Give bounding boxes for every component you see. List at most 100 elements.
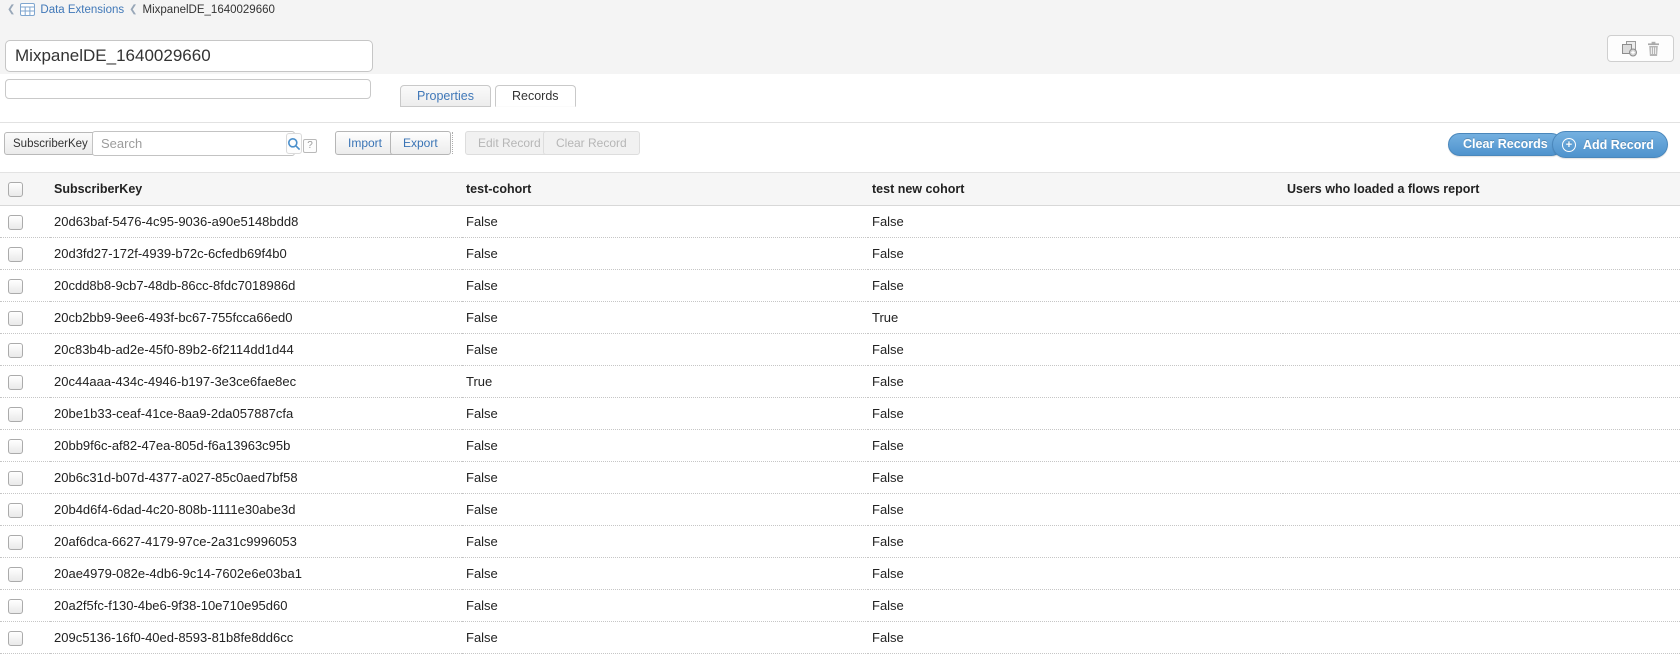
cell-test-cohort: False: [462, 558, 868, 590]
cell-test-new-cohort: False: [868, 622, 1283, 654]
cell-subscriber-key: 20a2f5fc-f130-4be6-9f38-10e710e95d60: [50, 590, 462, 622]
cell-users-flows-report: [1283, 430, 1680, 462]
cell-subscriber-key: 20cdd8b8-9cb7-48db-86cc-8fdc7018986d: [50, 270, 462, 302]
add-record-button[interactable]: + Add Record: [1552, 131, 1668, 158]
table-row[interactable]: 20b6c31d-b07d-4377-a027-85c0aed7bf58 Fal…: [0, 462, 1680, 494]
table-row[interactable]: 20d63baf-5476-4c95-9036-a90e5148bdd8 Fal…: [0, 206, 1680, 238]
cell-subscriber-key: 20d63baf-5476-4c95-9036-a90e5148bdd8: [50, 206, 462, 238]
cell-test-new-cohort: False: [868, 334, 1283, 366]
help-icon[interactable]: ?: [303, 139, 317, 153]
column-header-subscriberkey: SubscriberKey: [50, 173, 462, 206]
breadcrumb-link-data-extensions[interactable]: Data Extensions: [40, 4, 124, 16]
row-checkbox[interactable]: [8, 279, 23, 294]
search-input[interactable]: [93, 132, 285, 155]
trash-icon[interactable]: [1647, 41, 1660, 57]
table-row[interactable]: 20a2f5fc-f130-4be6-9f38-10e710e95d60 Fal…: [0, 590, 1680, 622]
cell-test-cohort: False: [462, 398, 868, 430]
search-button[interactable]: [286, 133, 302, 154]
row-checkbox[interactable]: [8, 311, 23, 326]
cell-test-cohort: False: [462, 590, 868, 622]
cell-test-cohort: False: [462, 494, 868, 526]
row-checkbox[interactable]: [8, 375, 23, 390]
cell-subscriber-key: 20be1b33-ceaf-41ce-8aa9-2da057887cfa: [50, 398, 462, 430]
toolbar-separator: [452, 132, 453, 154]
breadcrumb-separator-icon: ❮: [129, 4, 137, 16]
panel-divider: [0, 122, 1680, 123]
plus-icon: +: [1562, 138, 1576, 152]
cell-users-flows-report: [1283, 622, 1680, 654]
header-actions: [1607, 35, 1674, 62]
cell-subscriber-key: 209c5136-16f0-40ed-8593-81b8fe8dd6cc: [50, 622, 462, 654]
row-checkbox[interactable]: [8, 503, 23, 518]
row-checkbox[interactable]: [8, 343, 23, 358]
table-row[interactable]: 20be1b33-ceaf-41ce-8aa9-2da057887cfa Fal…: [0, 398, 1680, 430]
cell-subscriber-key: 20ae4979-082e-4db6-9c14-7602e6e03ba1: [50, 558, 462, 590]
row-checkbox[interactable]: [8, 535, 23, 550]
row-checkbox[interactable]: [8, 407, 23, 422]
records-table-body: 20d63baf-5476-4c95-9036-a90e5148bdd8 Fal…: [0, 206, 1680, 654]
cell-subscriber-key: 20cb2bb9-9ee6-493f-bc67-755fcca66ed0: [50, 302, 462, 334]
cell-test-cohort: False: [462, 302, 868, 334]
back-chevron-icon[interactable]: ❮: [7, 4, 15, 16]
table-row[interactable]: 20c83b4b-ad2e-45f0-89b2-6f2114dd1d44 Fal…: [0, 334, 1680, 366]
row-checkbox[interactable]: [8, 567, 23, 582]
table-row[interactable]: 20bb9f6c-af82-47ea-805d-f6a13963c95b Fal…: [0, 430, 1680, 462]
table-row[interactable]: 20b4d6f4-6dad-4c20-808b-1111e30abe3d Fal…: [0, 494, 1680, 526]
row-checkbox[interactable]: [8, 599, 23, 614]
cell-test-new-cohort: False: [868, 494, 1283, 526]
cell-test-new-cohort: False: [868, 366, 1283, 398]
cell-test-new-cohort: True: [868, 302, 1283, 334]
data-extension-description-input[interactable]: [5, 79, 371, 99]
clear-records-button[interactable]: Clear Records: [1448, 133, 1563, 156]
breadcrumb: ❮ Data Extensions ❮ MixpanelDE_164002966…: [7, 3, 275, 16]
cell-test-new-cohort: False: [868, 430, 1283, 462]
edit-record-button: Edit Record: [465, 131, 554, 155]
row-checkbox[interactable]: [8, 631, 23, 646]
cell-test-new-cohort: False: [868, 270, 1283, 302]
cell-subscriber-key: 20d3fd27-172f-4939-b72c-6cfedb69f4b0: [50, 238, 462, 270]
data-extension-name-input[interactable]: [5, 40, 373, 72]
data-extension-grid-icon: [20, 3, 35, 16]
table-row[interactable]: 20d3fd27-172f-4939-b72c-6cfedb69f4b0 Fal…: [0, 238, 1680, 270]
cell-subscriber-key: 20c44aaa-434c-4946-b197-3e3ce6fae8ec: [50, 366, 462, 398]
cell-users-flows-report: [1283, 238, 1680, 270]
add-record-label: Add Record: [1583, 138, 1654, 152]
cell-test-cohort: False: [462, 622, 868, 654]
export-button[interactable]: Export: [390, 131, 451, 155]
table-row[interactable]: 20c44aaa-434c-4946-b197-3e3ce6fae8ec Tru…: [0, 366, 1680, 398]
tab-records[interactable]: Records: [495, 85, 576, 107]
cell-test-cohort: False: [462, 462, 868, 494]
table-row[interactable]: 20ae4979-082e-4db6-9c14-7602e6e03ba1 Fal…: [0, 558, 1680, 590]
records-toolbar: SubscriberKey ? Import Export Edit Recor…: [0, 129, 1680, 159]
clear-record-button: Clear Record: [543, 131, 640, 155]
cell-test-new-cohort: False: [868, 526, 1283, 558]
row-checkbox[interactable]: [8, 471, 23, 486]
table-row[interactable]: 20cb2bb9-9ee6-493f-bc67-755fcca66ed0 Fal…: [0, 302, 1680, 334]
cell-users-flows-report: [1283, 558, 1680, 590]
cell-users-flows-report: [1283, 302, 1680, 334]
cell-users-flows-report: [1283, 398, 1680, 430]
cell-test-cohort: False: [462, 334, 868, 366]
cell-users-flows-report: [1283, 590, 1680, 622]
column-header-test-new-cohort: test new cohort: [868, 173, 1283, 206]
import-button[interactable]: Import: [335, 131, 395, 155]
cell-test-cohort: False: [462, 430, 868, 462]
table-row[interactable]: 209c5136-16f0-40ed-8593-81b8fe8dd6cc Fal…: [0, 622, 1680, 654]
cell-subscriber-key: 20c83b4b-ad2e-45f0-89b2-6f2114dd1d44: [50, 334, 462, 366]
row-checkbox[interactable]: [8, 439, 23, 454]
cell-subscriber-key: 20b4d6f4-6dad-4c20-808b-1111e30abe3d: [50, 494, 462, 526]
cell-users-flows-report: [1283, 366, 1680, 398]
select-all-checkbox[interactable]: [8, 182, 23, 197]
copy-icon[interactable]: [1621, 41, 1638, 57]
table-row[interactable]: 20cdd8b8-9cb7-48db-86cc-8fdc7018986d Fal…: [0, 270, 1680, 302]
cell-users-flows-report: [1283, 270, 1680, 302]
cell-test-new-cohort: False: [868, 206, 1283, 238]
breadcrumb-current: MixpanelDE_1640029660: [143, 4, 275, 16]
records-table: SubscriberKey test-cohort test new cohor…: [0, 172, 1680, 654]
column-header-users-flows-report: Users who loaded a flows report: [1283, 173, 1680, 206]
table-row[interactable]: 20af6dca-6627-4179-97ce-2a31c9996053 Fal…: [0, 526, 1680, 558]
row-checkbox[interactable]: [8, 247, 23, 262]
tab-properties[interactable]: Properties: [400, 85, 491, 107]
row-checkbox[interactable]: [8, 215, 23, 230]
cell-test-cohort: True: [462, 366, 868, 398]
